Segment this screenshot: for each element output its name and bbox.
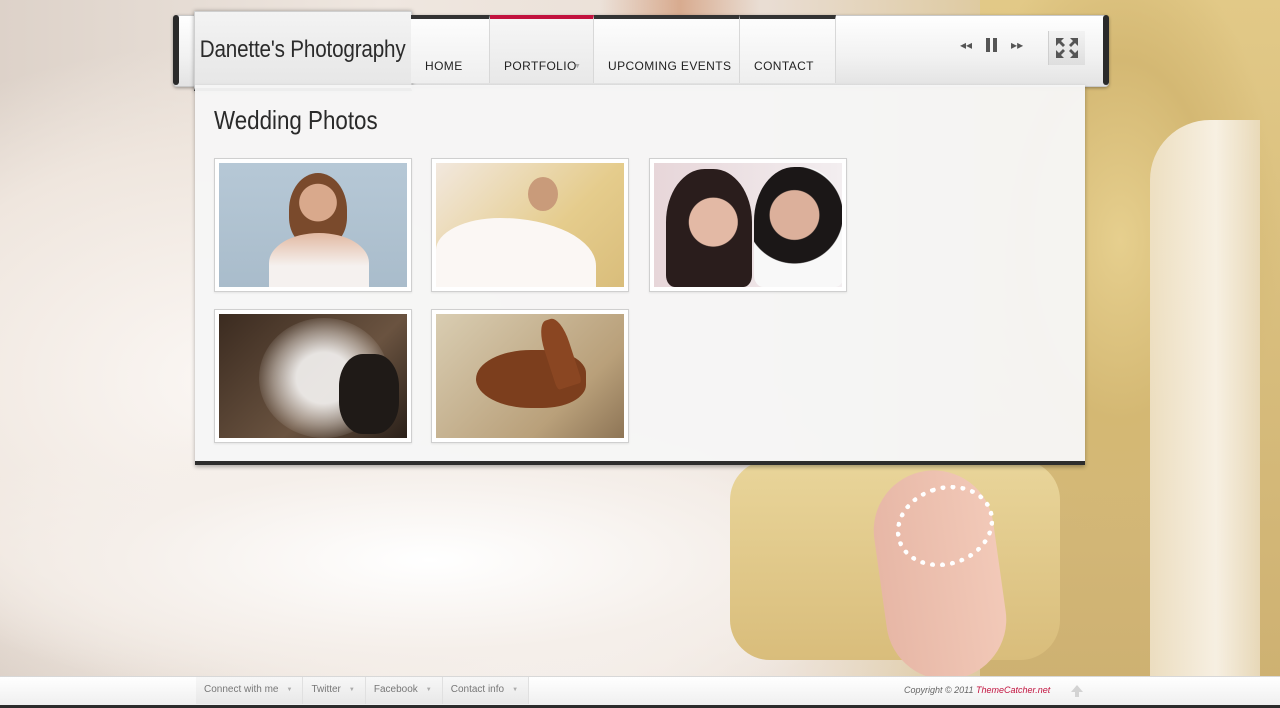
gallery-image — [436, 163, 624, 287]
gallery-image — [654, 163, 842, 287]
gallery-image — [436, 314, 624, 438]
main-nav: HOME PORTFOLIO ▼ UPCOMING EVENTS CONTACT — [411, 15, 836, 83]
footer-link-contact-info[interactable]: Contact info ▼ — [442, 677, 530, 704]
fast-forward-icon[interactable]: ▸▸ — [1011, 38, 1023, 52]
content-panel: Wedding Photos — [195, 85, 1085, 465]
nav-item-home[interactable]: HOME — [411, 15, 490, 83]
footer-link-label: Connect with me — [204, 684, 279, 695]
nav-item-portfolio[interactable]: PORTFOLIO ▼ — [490, 15, 594, 83]
gallery-image — [219, 314, 407, 438]
copyright: Copyright © 2011 ThemeCatcher.net — [904, 685, 1050, 695]
music-player: ◂◂ ▸▸ — [960, 38, 1023, 52]
footer-link-label: Contact info — [450, 684, 505, 695]
page-title: Wedding Photos — [214, 105, 378, 135]
site-logo[interactable]: Danette's Photography — [194, 11, 412, 91]
footer-link-twitter[interactable]: Twitter ▼ — [303, 677, 366, 704]
copyright-text: Copyright © 2011 — [904, 685, 974, 695]
footer-link-connect[interactable]: Connect with me ▼ — [196, 677, 304, 704]
site-logo-text: Danette's Photography — [200, 36, 406, 63]
copyright-brand-link[interactable]: ThemeCatcher.net — [976, 685, 1050, 695]
gallery-image — [219, 163, 407, 287]
gallery-thumbnail[interactable] — [431, 158, 629, 292]
rewind-icon[interactable]: ◂◂ — [960, 38, 972, 52]
footer-links: Connect with me ▼ Twitter ▼ Facebook ▼ Cont… — [196, 677, 530, 704]
nav-item-label: UPCOMING EVENTS — [608, 59, 732, 73]
nav-item-label: CONTACT — [754, 59, 814, 73]
footer-link-label: Twitter — [311, 684, 341, 695]
gallery-thumbnail[interactable] — [431, 309, 629, 443]
dropdown-arrow-icon: ▼ — [425, 687, 432, 693]
dropdown-arrow-icon: ▼ — [286, 687, 293, 693]
dropdown-arrow-icon: ▼ — [348, 687, 355, 693]
fullscreen-icon — [1056, 38, 1078, 58]
nav-item-label: HOME — [425, 59, 463, 73]
fullscreen-button[interactable] — [1048, 31, 1085, 65]
footer-link-label: Facebook — [373, 684, 418, 695]
gallery-thumbnail[interactable] — [649, 158, 847, 292]
dropdown-arrow-icon: ▼ — [512, 687, 519, 693]
submenu-arrow-icon: ▼ — [574, 63, 582, 70]
gallery-thumbnail[interactable] — [214, 158, 412, 292]
footer: Connect with me ▼ Twitter ▼ Facebook ▼ Cont… — [0, 676, 1280, 708]
scroll-to-top-icon[interactable] — [1070, 684, 1084, 698]
nav-item-upcoming-events[interactable]: UPCOMING EVENTS — [594, 15, 740, 83]
nav-item-label: PORTFOLIO — [504, 59, 577, 73]
nav-item-contact[interactable]: CONTACT — [740, 15, 836, 83]
footer-link-facebook[interactable]: Facebook ▼ — [365, 677, 443, 704]
gallery-thumbnail[interactable] — [214, 309, 412, 443]
pause-icon[interactable] — [986, 38, 998, 52]
